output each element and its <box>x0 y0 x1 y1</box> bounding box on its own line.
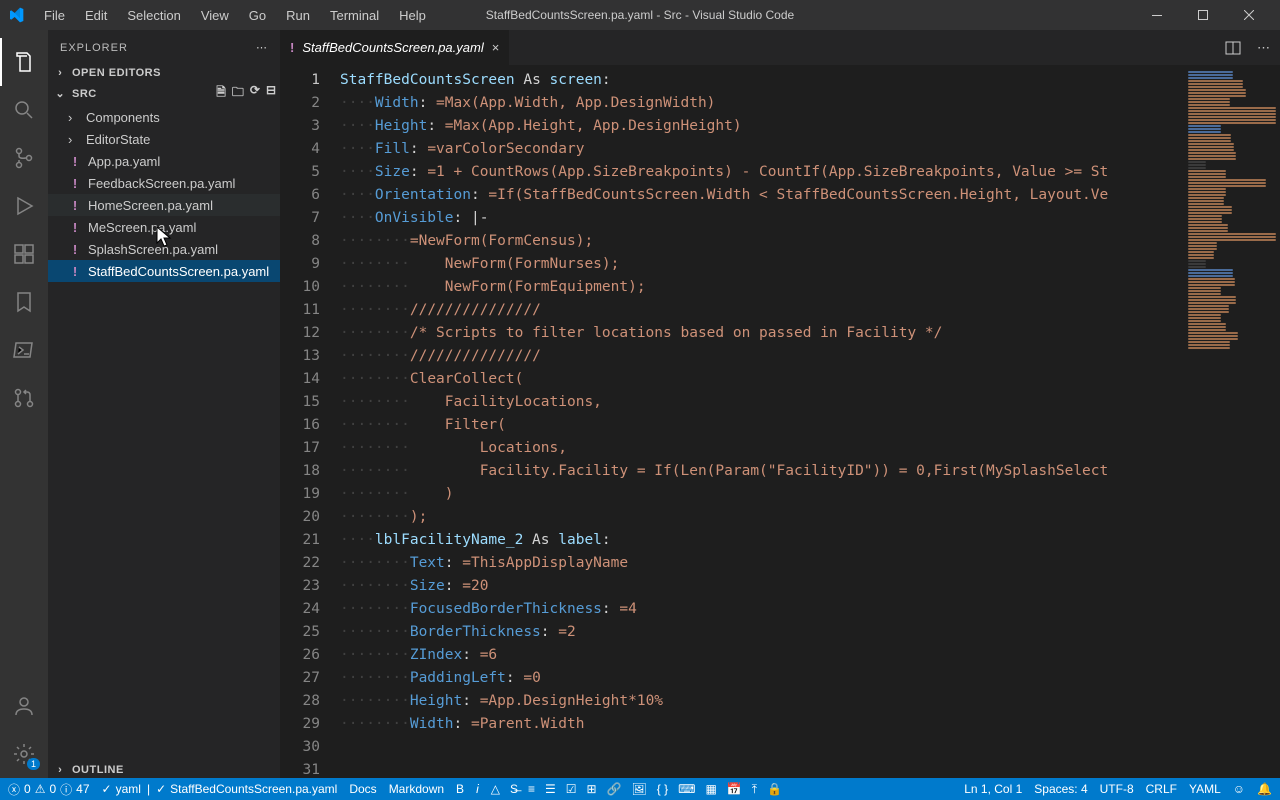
status-bold[interactable]: B <box>456 782 464 796</box>
menu-terminal[interactable]: Terminal <box>322 4 387 27</box>
add-box-icon[interactable]: ⊞ <box>587 782 597 796</box>
menu-help[interactable]: Help <box>391 4 434 27</box>
activity-extensions-icon[interactable] <box>0 230 48 278</box>
menu-file[interactable]: File <box>36 4 73 27</box>
open-editors-section[interactable]: › OPEN EDITORS <box>48 65 280 81</box>
folder-editorstate[interactable]: ›EditorState <box>48 128 280 150</box>
activity-bar: 1 <box>0 30 48 778</box>
refresh-icon[interactable]: ⟳ <box>250 83 260 104</box>
image-icon[interactable]: 🖼 <box>632 782 647 796</box>
new-folder-icon[interactable]: 🗀 <box>232 83 244 104</box>
code-block-icon[interactable]: { } <box>657 782 668 796</box>
chevron-down-icon: ⌄ <box>52 87 68 100</box>
explorer-title: EXPLORER <box>60 42 128 54</box>
activity-git-pr-icon[interactable] <box>0 374 48 422</box>
more-actions-icon[interactable]: ⋯ <box>1257 40 1270 56</box>
check-icon: ✓ <box>102 782 112 796</box>
explorer-more-icon[interactable]: ⋯ <box>256 41 268 54</box>
explorer-sidebar: EXPLORER ⋯ › OPEN EDITORS ⌄ SRC 🗎 🗀 ⟳ ⊟ … <box>48 30 280 778</box>
list-ul-icon[interactable]: ≡ <box>528 782 535 796</box>
status-language[interactable]: YAML <box>1189 782 1221 796</box>
warning-triangle-icon[interactable]: △ <box>491 782 500 796</box>
strikethrough-icon[interactable]: S̶ <box>510 782 518 796</box>
activity-settings-icon[interactable]: 1 <box>0 730 48 778</box>
settings-badge: 1 <box>27 758 40 770</box>
inline-code-icon[interactable]: ⌨ <box>678 782 695 796</box>
status-cursor-position[interactable]: Ln 1, Col 1 <box>964 782 1022 796</box>
menu-selection[interactable]: Selection <box>119 4 188 27</box>
src-section[interactable]: ⌄ SRC 🗎 🗀 ⟳ ⊟ <box>48 81 280 106</box>
activity-sourcecontrol-icon[interactable] <box>0 134 48 182</box>
status-italic[interactable]: i <box>476 782 479 796</box>
menu-view[interactable]: View <box>193 4 237 27</box>
collapse-icon[interactable]: ⊟ <box>266 83 276 104</box>
line-gutter: 1234567891011121314151617181920212223242… <box>280 65 340 778</box>
window-title: StaffBedCountsScreen.pa.yaml - Src - Vis… <box>486 8 794 22</box>
warning-icon: ⚠ <box>35 782 46 796</box>
file-splash[interactable]: !SplashScreen.pa.yaml <box>48 238 280 260</box>
status-bell-icon[interactable]: 🔔 <box>1257 782 1272 796</box>
link-icon[interactable]: 🔗 <box>607 782 622 796</box>
file-me[interactable]: !MeScreen.pa.yaml <box>48 216 280 238</box>
activity-run-icon[interactable] <box>0 182 48 230</box>
tab-label: StaffBedCountsScreen.pa.yaml <box>302 40 483 55</box>
check-icon: ✓ <box>156 782 166 796</box>
error-icon: ⓧ <box>8 781 20 798</box>
activity-search-icon[interactable] <box>0 86 48 134</box>
menu-go[interactable]: Go <box>241 4 274 27</box>
tab-staffbedcounts[interactable]: ! StaffBedCountsScreen.pa.yaml × <box>280 30 510 65</box>
activity-bookmark-icon[interactable] <box>0 278 48 326</box>
vscode-icon <box>8 7 24 23</box>
status-md-icons: △ S̶ ≡ ☰ ☑ ⊞ 🔗 🖼 { } ⌨ ▦ 📅 ⤒ 🔒 <box>491 782 782 797</box>
file-home[interactable]: !HomeScreen.pa.yaml <box>48 194 280 216</box>
file-staffbedcounts[interactable]: !StaffBedCountsScreen.pa.yaml <box>48 260 280 282</box>
file-feedback[interactable]: !FeedbackScreen.pa.yaml <box>48 172 280 194</box>
file-tree: ›Components ›EditorState !App.pa.yaml !F… <box>48 106 280 282</box>
window-minimize[interactable] <box>1134 0 1180 30</box>
status-encoding[interactable]: UTF-8 <box>1100 782 1134 796</box>
checklist-icon[interactable]: ☑ <box>566 782 577 796</box>
calendar-icon[interactable]: 📅 <box>727 782 742 796</box>
status-docs[interactable]: Docs <box>349 782 376 796</box>
file-app[interactable]: !App.pa.yaml <box>48 150 280 172</box>
window-close[interactable] <box>1226 0 1272 30</box>
status-indent[interactable]: Spaces: 4 <box>1034 782 1087 796</box>
outline-section[interactable]: › OUTLINE <box>48 762 280 778</box>
chevron-right-icon: › <box>52 67 68 79</box>
minimap[interactable] <box>1184 65 1280 778</box>
status-yaml-validate[interactable]: ✓yaml | ✓StaffBedCountsScreen.pa.yaml <box>102 782 338 796</box>
table-icon[interactable]: ▦ <box>705 782 716 796</box>
menu-edit[interactable]: Edit <box>77 4 115 27</box>
close-icon[interactable]: × <box>492 40 500 55</box>
menu-run[interactable]: Run <box>278 4 318 27</box>
split-editor-icon[interactable] <box>1225 40 1241 56</box>
folder-components[interactable]: ›Components <box>48 106 280 128</box>
status-bar: ⓧ0 ⚠0 ⓘ47 ✓yaml | ✓StaffBedCountsScreen.… <box>0 778 1280 800</box>
activity-account-icon[interactable] <box>0 682 48 730</box>
activity-explorer-icon[interactable] <box>0 38 48 86</box>
status-markdown[interactable]: Markdown <box>389 782 444 796</box>
upload-icon[interactable]: ⤒ <box>752 782 757 797</box>
status-problems[interactable]: ⓧ0 ⚠0 ⓘ47 <box>8 781 90 798</box>
info-icon: ⓘ <box>60 781 72 798</box>
editor-area: ! StaffBedCountsScreen.pa.yaml × ⋯ 12345… <box>280 30 1280 778</box>
chevron-right-icon: › <box>52 764 68 776</box>
yaml-icon: ! <box>290 40 294 55</box>
new-file-icon[interactable]: 🗎 <box>216 83 226 104</box>
lock-icon[interactable]: 🔒 <box>767 782 782 796</box>
window-maximize[interactable] <box>1180 0 1226 30</box>
status-feedback-icon[interactable]: ☺ <box>1233 782 1245 796</box>
code-content[interactable]: StaffBedCountsScreen As screen:····Width… <box>340 65 1184 778</box>
tab-bar: ! StaffBedCountsScreen.pa.yaml × ⋯ <box>280 30 1280 65</box>
titlebar: File Edit Selection View Go Run Terminal… <box>0 0 1280 30</box>
list-ol-icon[interactable]: ☰ <box>545 782 556 796</box>
activity-powershell-icon[interactable] <box>0 326 48 374</box>
status-eol[interactable]: CRLF <box>1146 782 1177 796</box>
